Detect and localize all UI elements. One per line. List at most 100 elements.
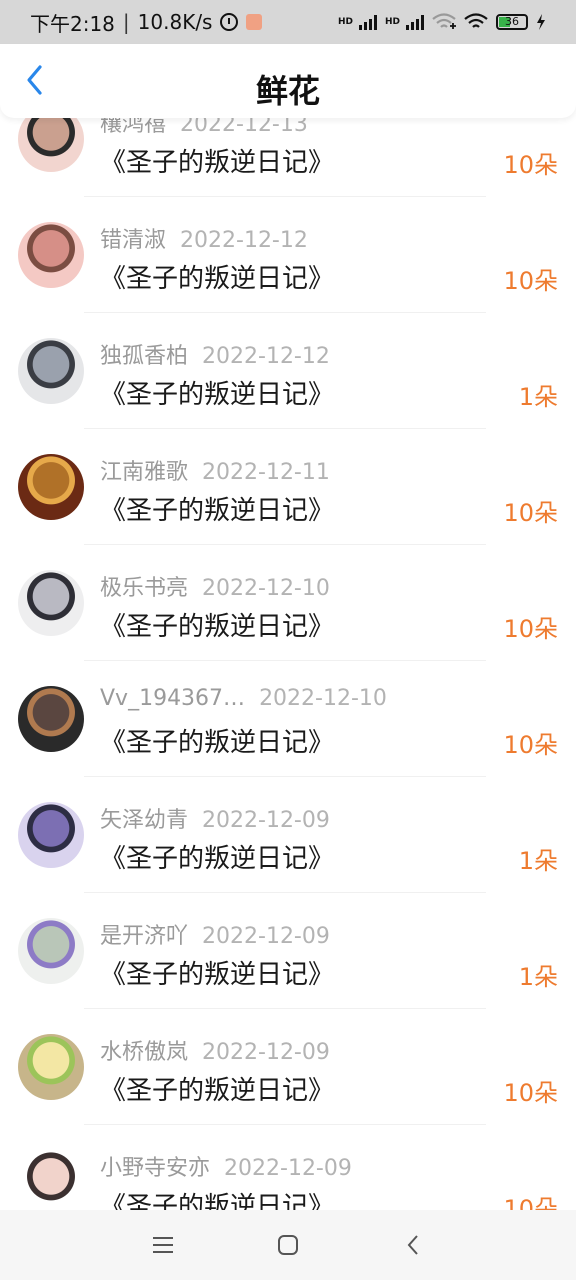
chevron-left-icon bbox=[407, 1235, 419, 1255]
hd-badge-icon: HD bbox=[337, 17, 353, 27]
flower-count: 1朵 bbox=[518, 847, 558, 875]
username[interactable]: 水桥傲岚 bbox=[100, 1040, 188, 1065]
list-item[interactable]: 江南雅歌 2022-12-11 《圣子的叛逆日记》 10朵 bbox=[0, 448, 576, 564]
page-title: 鲜花 bbox=[255, 72, 320, 110]
name-date-line: 水桥傲岚 2022-12-09 bbox=[100, 1034, 330, 1066]
book-title[interactable]: 《圣子的叛逆日记》 bbox=[100, 838, 334, 875]
status-left: 下午2:18 | 10.8K/s bbox=[30, 8, 263, 37]
flower-count: 10朵 bbox=[503, 151, 558, 179]
status-network-speed: 10.8K/s bbox=[137, 10, 213, 34]
list-item[interactable]: 矢泽幼青 2022-12-09 《圣子的叛逆日记》 1朵 bbox=[0, 796, 576, 912]
avatar[interactable] bbox=[18, 454, 84, 520]
book-title[interactable]: 《圣子的叛逆日记》 bbox=[100, 1186, 334, 1210]
menu-icon bbox=[152, 1237, 173, 1253]
book-title[interactable]: 《圣子的叛逆日记》 bbox=[100, 374, 334, 411]
alarm-icon bbox=[220, 13, 239, 31]
list-item[interactable]: Vv_194367… 2022-12-10 《圣子的叛逆日记》 10朵 bbox=[0, 680, 576, 796]
username[interactable]: 小野寺安亦 bbox=[100, 1156, 210, 1181]
username[interactable]: 独孤香柏 bbox=[100, 344, 188, 369]
list-item[interactable]: 水桥傲岚 2022-12-09 《圣子的叛逆日记》 10朵 bbox=[0, 1028, 576, 1144]
list-item[interactable]: 是开济吖 2022-12-09 《圣子的叛逆日记》 1朵 bbox=[0, 912, 576, 1028]
page-header: 鲜花 bbox=[0, 44, 576, 118]
status-right: HD HD 36 bbox=[338, 13, 546, 31]
app-notification-icon bbox=[246, 14, 263, 30]
gift-date: 2022-12-09 bbox=[224, 1156, 352, 1181]
status-bar: 下午2:18 | 10.8K/s HD HD 36 bbox=[0, 0, 576, 44]
gift-date: 2022-12-11 bbox=[202, 460, 330, 485]
wifi-icon bbox=[432, 13, 456, 29]
list-item[interactable]: 穰鸿禧 2022-12-13 《圣子的叛逆日记》 10朵 bbox=[0, 112, 576, 216]
battery-icon: 36 bbox=[496, 14, 528, 30]
row-divider bbox=[84, 892, 486, 893]
name-date-line: Vv_194367… 2022-12-10 bbox=[100, 686, 387, 711]
row-divider bbox=[84, 660, 486, 661]
gift-date: 2022-12-12 bbox=[180, 228, 308, 253]
avatar[interactable] bbox=[18, 112, 84, 172]
row-divider bbox=[84, 428, 486, 429]
username[interactable]: Vv_194367… bbox=[100, 686, 245, 711]
username[interactable]: 江南雅歌 bbox=[100, 460, 188, 485]
list-item[interactable]: 极乐书亮 2022-12-10 《圣子的叛逆日记》 10朵 bbox=[0, 564, 576, 680]
list-item[interactable]: 独孤香柏 2022-12-12 《圣子的叛逆日记》 1朵 bbox=[0, 332, 576, 448]
home-button[interactable] bbox=[258, 1215, 318, 1275]
flower-count: 10朵 bbox=[503, 731, 558, 759]
flower-count: 10朵 bbox=[503, 615, 558, 643]
avatar[interactable] bbox=[18, 222, 84, 288]
username[interactable]: 错清淑 bbox=[100, 228, 166, 253]
flower-count: 1朵 bbox=[518, 383, 558, 411]
name-date-line: 独孤香柏 2022-12-12 bbox=[100, 338, 330, 370]
name-date-line: 是开济吖 2022-12-09 bbox=[100, 918, 330, 950]
username[interactable]: 矢泽幼青 bbox=[100, 808, 188, 833]
gift-date: 2022-12-10 bbox=[259, 686, 387, 711]
menu-button[interactable] bbox=[133, 1215, 193, 1275]
hd-badge-icon: HD bbox=[384, 17, 400, 27]
book-title[interactable]: 《圣子的叛逆日记》 bbox=[100, 954, 334, 991]
avatar[interactable] bbox=[18, 1150, 84, 1210]
book-title[interactable]: 《圣子的叛逆日记》 bbox=[100, 490, 334, 527]
signal-icon bbox=[358, 14, 377, 30]
username[interactable]: 极乐书亮 bbox=[100, 576, 188, 601]
gift-date: 2022-12-09 bbox=[202, 1040, 330, 1065]
status-separator: | bbox=[122, 10, 130, 34]
gift-date: 2022-12-09 bbox=[202, 808, 330, 833]
avatar[interactable] bbox=[18, 918, 84, 984]
avatar[interactable] bbox=[18, 338, 84, 404]
book-title[interactable]: 《圣子的叛逆日记》 bbox=[100, 1070, 334, 1107]
flower-count: 10朵 bbox=[503, 499, 558, 527]
back-nav-button[interactable] bbox=[383, 1215, 443, 1275]
row-divider bbox=[84, 196, 486, 197]
row-divider bbox=[84, 1124, 486, 1125]
book-title[interactable]: 《圣子的叛逆日记》 bbox=[100, 722, 334, 759]
gift-date: 2022-12-09 bbox=[202, 924, 330, 949]
name-date-line: 江南雅歌 2022-12-11 bbox=[100, 454, 330, 486]
gift-date: 2022-12-12 bbox=[202, 344, 330, 369]
name-date-line: 错清淑 2022-12-12 bbox=[100, 222, 308, 254]
battery-level: 36 bbox=[505, 15, 519, 28]
username[interactable]: 是开济吖 bbox=[100, 924, 188, 949]
flower-count: 10朵 bbox=[503, 1195, 558, 1210]
flower-count: 1朵 bbox=[518, 963, 558, 991]
row-divider bbox=[84, 312, 486, 313]
book-title[interactable]: 《圣子的叛逆日记》 bbox=[100, 606, 334, 643]
avatar[interactable] bbox=[18, 1034, 84, 1100]
wifi-icon bbox=[464, 13, 488, 28]
charging-icon bbox=[537, 14, 545, 30]
gift-date: 2022-12-10 bbox=[202, 576, 330, 601]
row-divider bbox=[84, 544, 486, 545]
row-divider bbox=[84, 1008, 486, 1009]
status-time: 下午2:18 bbox=[30, 11, 115, 36]
list-item[interactable]: 错清淑 2022-12-12 《圣子的叛逆日记》 10朵 bbox=[0, 216, 576, 332]
list-item[interactable]: 小野寺安亦 2022-12-09 《圣子的叛逆日记》 10朵 bbox=[0, 1144, 576, 1210]
book-title[interactable]: 《圣子的叛逆日记》 bbox=[100, 142, 334, 179]
name-date-line: 小野寺安亦 2022-12-09 bbox=[100, 1150, 352, 1182]
flower-record-list[interactable]: 穰鸿禧 2022-12-13 《圣子的叛逆日记》 10朵 错清淑 2022-12-12 《圣… bbox=[0, 112, 576, 1210]
name-date-line: 矢泽幼青 2022-12-09 bbox=[100, 802, 330, 834]
book-title[interactable]: 《圣子的叛逆日记》 bbox=[100, 258, 334, 295]
row-divider bbox=[84, 776, 486, 777]
system-nav-bar bbox=[0, 1210, 576, 1280]
avatar[interactable] bbox=[18, 686, 84, 752]
home-square-icon bbox=[277, 1235, 298, 1255]
name-date-line: 极乐书亮 2022-12-10 bbox=[100, 570, 330, 602]
avatar[interactable] bbox=[18, 570, 84, 636]
avatar[interactable] bbox=[18, 802, 84, 868]
